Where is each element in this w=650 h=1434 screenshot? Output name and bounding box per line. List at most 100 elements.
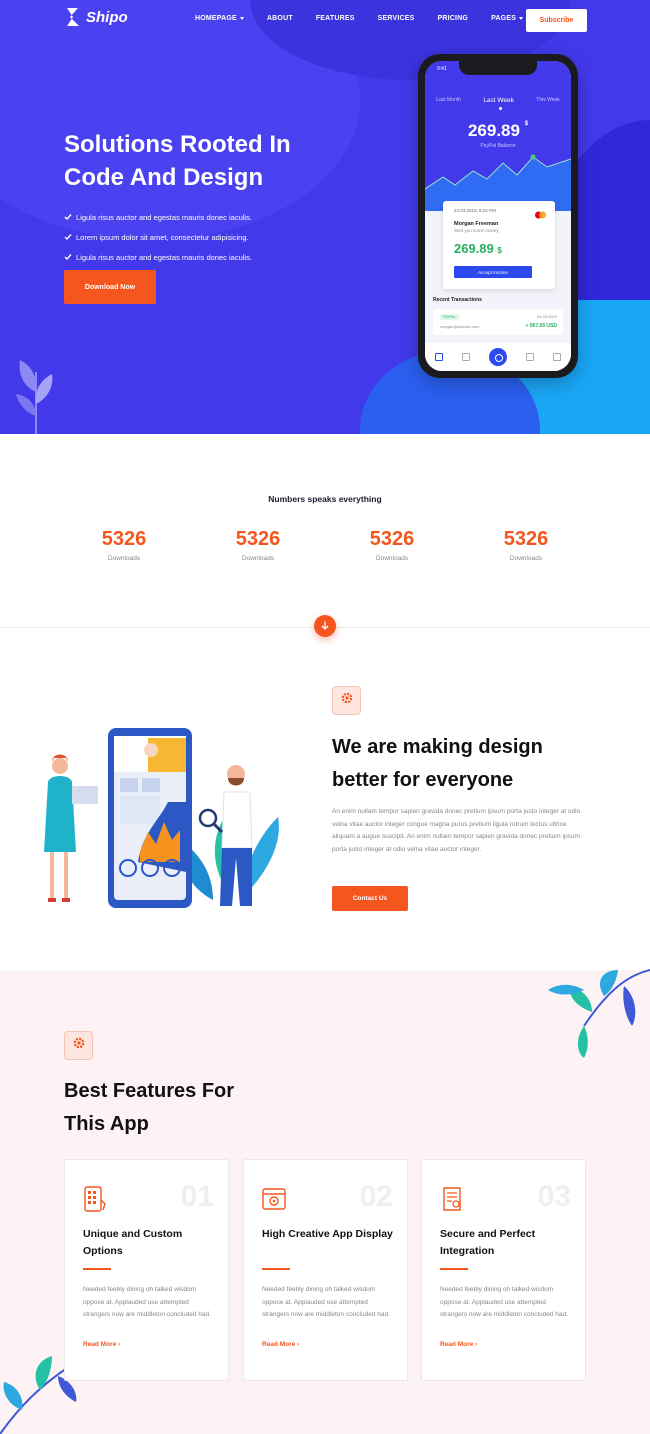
card-sender-name: Morgan Freeman bbox=[454, 221, 499, 227]
nav-item-services[interactable]: SERVICES bbox=[378, 15, 415, 22]
design-description: An enim nullam tempor sapien gravida don… bbox=[332, 808, 581, 853]
chevron-right-icon: › bbox=[118, 1341, 121, 1348]
gear-badge bbox=[332, 686, 361, 715]
chevron-right-icon: › bbox=[297, 1341, 300, 1348]
stat-value: 5326 bbox=[503, 528, 549, 550]
gear-badge bbox=[64, 1031, 93, 1060]
tab-this-week[interactable]: This Week bbox=[536, 97, 560, 104]
stat-label: Downloads bbox=[241, 555, 275, 562]
transaction-badge: PAYPAL bbox=[440, 314, 459, 320]
hero-bullet: Ligula risus auctor and egestas mauris d… bbox=[64, 207, 252, 227]
stat-label: Downloads bbox=[107, 555, 141, 562]
stat-label: Downloads bbox=[375, 555, 409, 562]
display-icon bbox=[262, 1186, 286, 1212]
stat-item: 5326 Downloads bbox=[332, 527, 452, 562]
period-tabs: Last Month Last Week This Week bbox=[425, 97, 571, 104]
scan-button-icon[interactable] bbox=[488, 348, 507, 366]
team-illustration bbox=[38, 722, 308, 918]
design-title: We are making design better for everyone bbox=[332, 736, 543, 791]
certificate-icon bbox=[440, 1186, 464, 1212]
mastercard-icon bbox=[534, 206, 547, 219]
read-more-link[interactable]: Read More › bbox=[440, 1341, 477, 1348]
chevron-down-icon bbox=[239, 17, 244, 20]
nav-item-features[interactable]: FEATURES bbox=[316, 15, 355, 22]
chevron-down-icon bbox=[519, 17, 524, 20]
hero-bullet-list: Ligula risus auctor and egestas mauris d… bbox=[64, 207, 252, 267]
logo-icon bbox=[64, 6, 82, 28]
hero-bullet: Lorem ipsum dolor sit amet, consectetur … bbox=[64, 227, 252, 247]
transaction-amount: + 567.55 USD bbox=[525, 323, 557, 329]
feature-text: Needed feebly dining oh talked wisdom op… bbox=[440, 1286, 568, 1318]
card-amount: 269.89 $ bbox=[454, 241, 502, 256]
plant-illustration bbox=[14, 352, 58, 434]
feature-accent-line bbox=[440, 1268, 468, 1270]
download-now-button[interactable]: Download Now bbox=[64, 270, 156, 304]
feature-number: 02 bbox=[359, 1180, 393, 1213]
phone-keypad-icon bbox=[83, 1186, 107, 1212]
feature-title: Secure and Perfect Integration bbox=[440, 1228, 536, 1257]
phone-screen: 9:41 Last Month Last Week This Week 269.… bbox=[425, 61, 571, 371]
mail-icon[interactable] bbox=[526, 353, 535, 361]
money-received-card: 24.03.2019, 8:24 PM Morgan Freeman Sent … bbox=[443, 201, 555, 289]
stat-label: Downloads bbox=[509, 555, 543, 562]
nav-item-pricing[interactable]: PRICING bbox=[438, 15, 469, 22]
stat-item: 5326 Downloads bbox=[466, 527, 586, 562]
feature-number: 01 bbox=[180, 1180, 214, 1213]
nav-item-homepage[interactable]: HOMEPAGE bbox=[195, 15, 244, 22]
wallet-icon[interactable] bbox=[461, 353, 470, 361]
grid-icon[interactable] bbox=[434, 353, 443, 361]
read-more-link[interactable]: Read More › bbox=[83, 1341, 120, 1348]
card-subtitle: Sent you some money bbox=[454, 228, 499, 233]
gear-icon bbox=[72, 1036, 86, 1055]
feature-title: Unique and Custom Options bbox=[83, 1228, 183, 1257]
logo[interactable]: Shipo bbox=[64, 6, 128, 28]
feature-card: 02 High Creative App Display Needed feeb… bbox=[243, 1159, 408, 1381]
transaction-row[interactable]: PAYPAL 24.03.2019 morgan@domain.com + 56… bbox=[433, 309, 563, 335]
stat-value: 5326 bbox=[369, 528, 415, 550]
arrow-down-icon bbox=[321, 617, 329, 635]
tab-last-month[interactable]: Last Month bbox=[436, 97, 461, 104]
transaction-email: morgan@domain.com bbox=[440, 324, 480, 329]
balance-value: 269.89 $ bbox=[467, 121, 529, 140]
subscribe-button[interactable]: Subscribe bbox=[526, 9, 587, 32]
phone-mockup: 9:41 Last Month Last Week This Week 269.… bbox=[418, 54, 578, 378]
stats-heading: Numbers speaks everything bbox=[268, 494, 382, 504]
check-icon bbox=[64, 233, 72, 241]
stat-value: 5326 bbox=[235, 528, 281, 550]
chevron-right-icon: › bbox=[475, 1341, 478, 1348]
nav-item-pages[interactable]: PAGES bbox=[491, 15, 524, 22]
main-nav: HOMEPAGE ABOUT FEATURES SERVICES PRICING… bbox=[195, 15, 546, 22]
logo-text: Shipo bbox=[86, 8, 128, 26]
leaf-decoration bbox=[544, 966, 650, 1062]
hero-bullet: Ligula risus auctor and egestas mauris d… bbox=[64, 247, 252, 267]
hero-title: Solutions Rooted In Code And Design bbox=[64, 131, 291, 191]
feature-title: High Creative App Display bbox=[262, 1228, 393, 1240]
check-icon bbox=[64, 213, 72, 221]
phone-tab-bar bbox=[425, 343, 571, 371]
contact-us-button[interactable]: Contact Us bbox=[332, 886, 408, 911]
menu-icon[interactable] bbox=[553, 353, 562, 361]
stat-item: 5326 Downloads bbox=[198, 527, 318, 562]
gear-icon bbox=[340, 691, 354, 710]
phone-notch bbox=[459, 61, 537, 75]
feature-card: 01 Unique and Custom Options Needed feeb… bbox=[64, 1159, 229, 1381]
hero-section: Shipo HOMEPAGE ABOUT FEATURES SERVICES P… bbox=[0, 0, 650, 434]
active-tab-indicator bbox=[499, 107, 502, 110]
card-date: 24.03.2019, 8:24 PM bbox=[454, 208, 496, 213]
recent-transactions-title: Recent Transactions bbox=[433, 297, 482, 303]
tab-last-week[interactable]: Last Week bbox=[483, 97, 514, 104]
features-title: Best Features For This App bbox=[64, 1080, 235, 1135]
accept-income-button[interactable]: Accept Income bbox=[454, 266, 532, 278]
feature-accent-line bbox=[83, 1268, 111, 1270]
feature-card: 03 Secure and Perfect Integration Needed… bbox=[421, 1159, 586, 1381]
status-time: 9:41 bbox=[437, 66, 447, 72]
feature-text: Needed feebly dining oh talked wisdom op… bbox=[262, 1286, 390, 1318]
scroll-down-button[interactable] bbox=[314, 615, 336, 637]
stat-value: 5326 bbox=[101, 528, 147, 550]
read-more-link[interactable]: Read More › bbox=[262, 1341, 299, 1348]
feature-number: 03 bbox=[537, 1180, 571, 1213]
transaction-date: 24.03.2019 bbox=[536, 314, 557, 319]
nav-item-about[interactable]: ABOUT bbox=[267, 15, 293, 22]
stat-item: 5326 Downloads bbox=[64, 527, 184, 562]
feature-text: Needed feebly dining oh talked wisdom op… bbox=[83, 1286, 211, 1318]
